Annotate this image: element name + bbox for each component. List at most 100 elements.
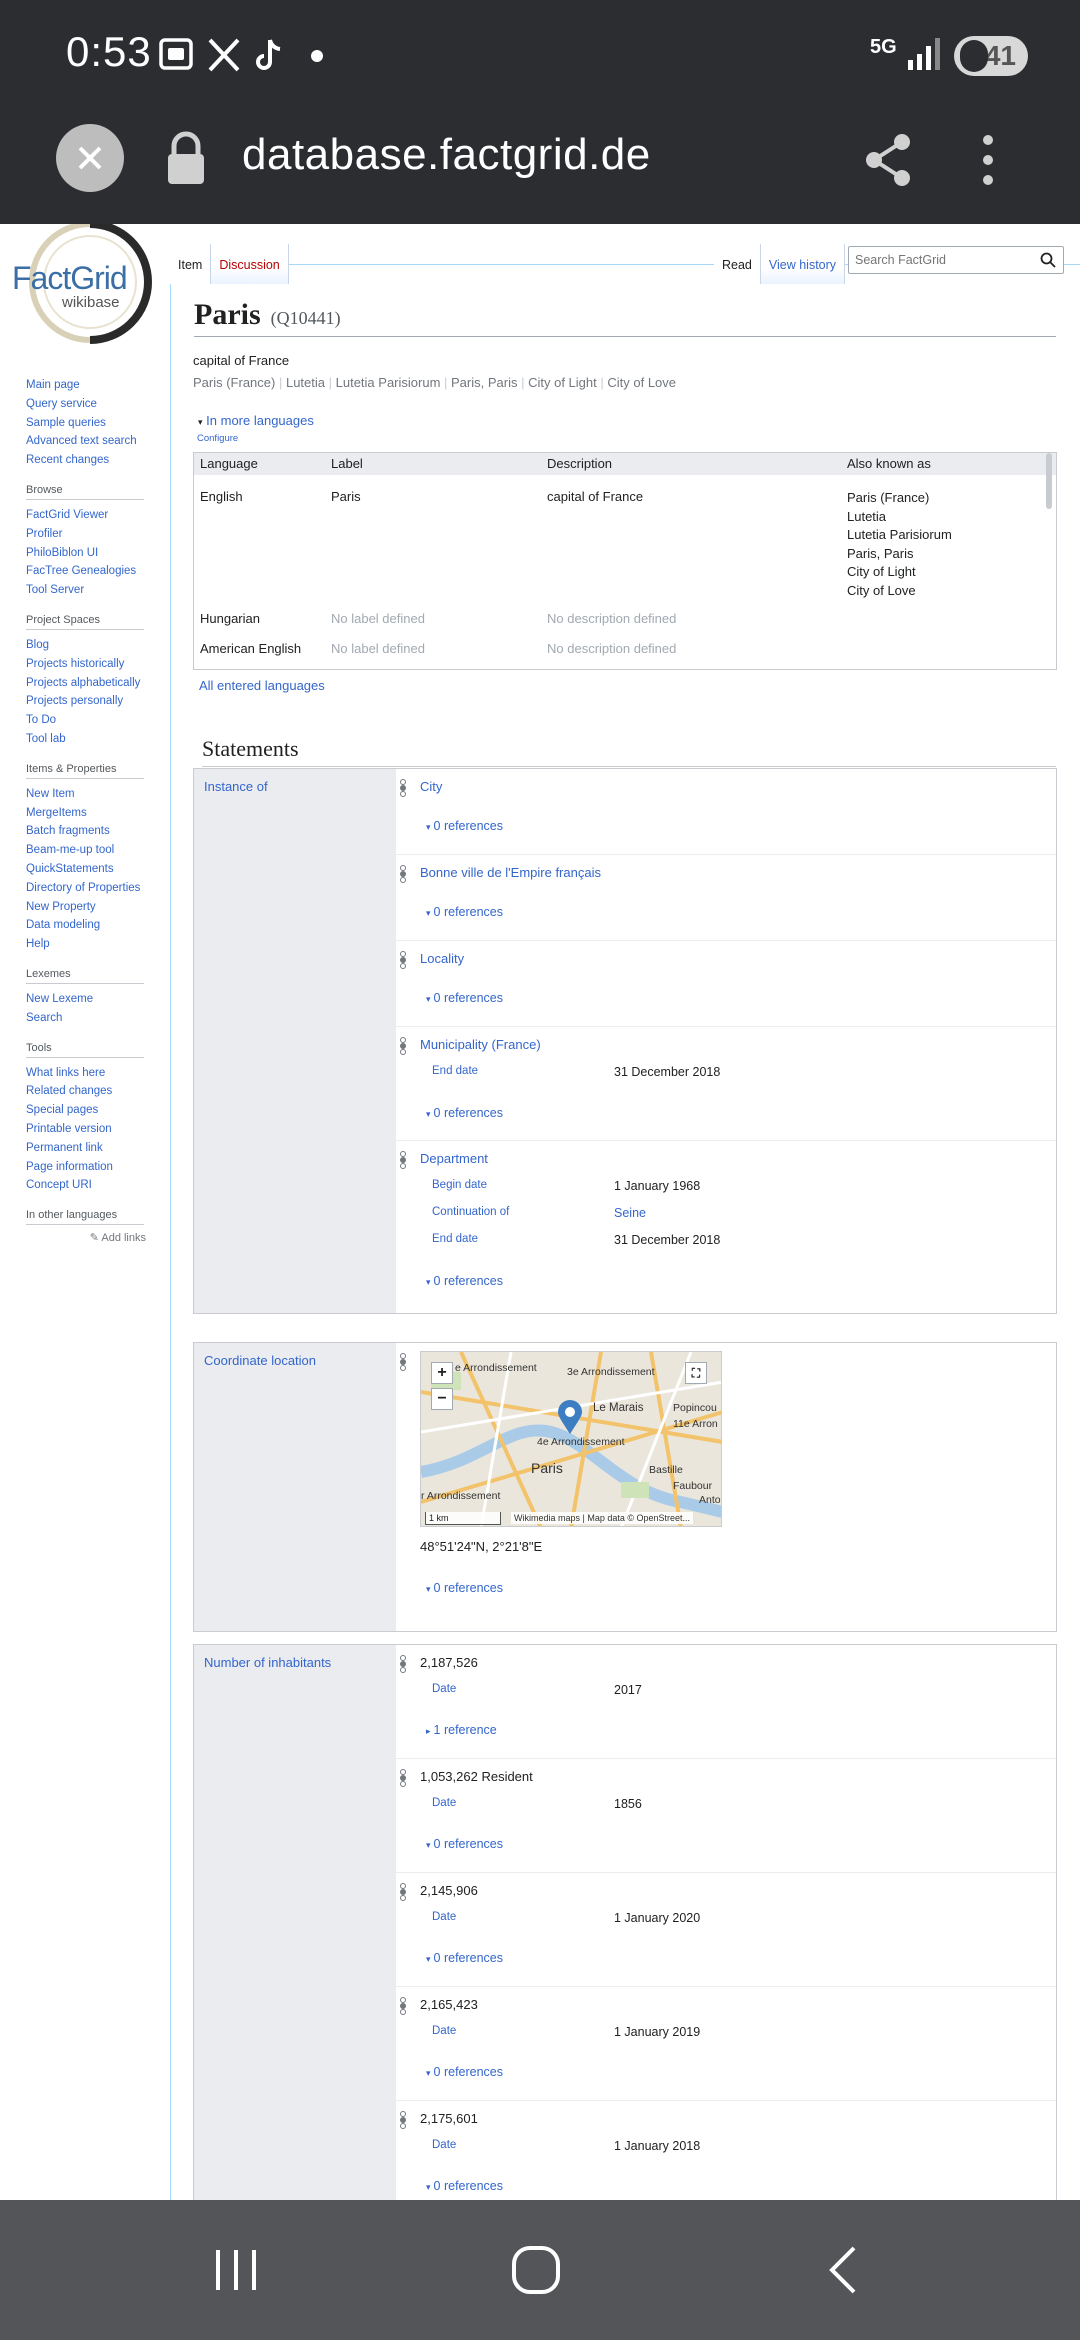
- references-toggle[interactable]: ▾ 0 references: [426, 1274, 503, 1288]
- map-marker-icon[interactable]: [557, 1400, 583, 1436]
- qualifier-property[interactable]: Date: [432, 1683, 456, 1695]
- rank-normal-icon[interactable]: [398, 2111, 408, 2129]
- sidebar-link[interactable]: Main page: [26, 376, 146, 395]
- sidebar-link[interactable]: PhiloBiblon UI: [26, 544, 146, 563]
- sidebar-link[interactable]: Sample queries: [26, 414, 146, 433]
- statement-value[interactable]: City: [420, 779, 442, 794]
- add-links-button[interactable]: ✎ Add links: [26, 1231, 146, 1244]
- references-toggle[interactable]: ▾ 0 references: [426, 1951, 503, 1965]
- rank-normal-icon[interactable]: [398, 1037, 408, 1055]
- sidebar-link[interactable]: Beam-me-up tool: [26, 841, 146, 860]
- sidebar-link[interactable]: Related changes: [26, 1082, 146, 1101]
- qualifier-property[interactable]: Date: [432, 2139, 456, 2151]
- references-toggle[interactable]: ▾ 0 references: [426, 1837, 503, 1851]
- sidebar-link[interactable]: What links here: [26, 1064, 146, 1083]
- references-toggle[interactable]: ▾ 0 references: [426, 1106, 503, 1120]
- search-icon[interactable]: [1040, 252, 1056, 268]
- statement-value[interactable]: Department: [420, 1151, 488, 1166]
- statement-value[interactable]: Municipality (France): [420, 1037, 541, 1052]
- statement-value[interactable]: Locality: [420, 951, 464, 966]
- configure-link[interactable]: Configure: [197, 433, 238, 444]
- references-toggle[interactable]: ▸ 1 reference: [426, 1723, 497, 1737]
- references-toggle[interactable]: ▾ 0 references: [426, 1581, 503, 1595]
- caret-right-icon: ▸: [426, 1726, 431, 1736]
- sidebar-link[interactable]: Projects historically: [26, 655, 146, 674]
- sidebar-link[interactable]: Batch fragments: [26, 822, 146, 841]
- sidebar-link[interactable]: New Item: [26, 785, 146, 804]
- qualifier-property[interactable]: Continuation of: [432, 1206, 509, 1218]
- url-bar[interactable]: database.factgrid.de: [242, 130, 651, 180]
- rank-normal-icon[interactable]: [398, 1353, 408, 1371]
- sidebar-link[interactable]: Search: [26, 1009, 146, 1028]
- sidebar-link[interactable]: FacTree Genealogies: [26, 562, 146, 581]
- rank-normal-icon[interactable]: [398, 1769, 408, 1787]
- sidebar-link[interactable]: Profiler: [26, 525, 146, 544]
- references-toggle[interactable]: ▾ 0 references: [426, 2065, 503, 2079]
- tab-read[interactable]: Read: [714, 244, 761, 284]
- sidebar-link[interactable]: FactGrid Viewer: [26, 506, 146, 525]
- rank-normal-icon[interactable]: [398, 1997, 408, 2015]
- sidebar-link[interactable]: Recent changes: [26, 451, 146, 470]
- sidebar-link[interactable]: Special pages: [26, 1101, 146, 1120]
- statement-value[interactable]: Bonne ville de l'Empire français: [420, 865, 601, 880]
- qualifier-property[interactable]: Date: [432, 2025, 456, 2037]
- tiktok-icon: [256, 39, 281, 70]
- tab-discussion[interactable]: Discussion: [211, 244, 289, 284]
- zoom-out-button[interactable]: −: [431, 1388, 453, 1410]
- in-more-languages-toggle[interactable]: ▾ In more languages: [198, 413, 314, 428]
- sidebar-link[interactable]: Projects alphabetically: [26, 674, 146, 693]
- qualifier-property[interactable]: Date: [432, 1797, 456, 1809]
- rank-normal-icon[interactable]: [398, 865, 408, 883]
- tab-view-history[interactable]: View history: [760, 244, 846, 284]
- rank-normal-icon[interactable]: [398, 1655, 408, 1673]
- rank-normal-icon[interactable]: [398, 951, 408, 969]
- rank-normal-icon[interactable]: [398, 779, 408, 797]
- references-toggle[interactable]: ▾ 0 references: [426, 991, 503, 1005]
- rank-normal-icon[interactable]: [398, 1151, 408, 1169]
- all-entered-languages-link[interactable]: All entered languages: [199, 678, 325, 693]
- sidebar-link[interactable]: New Property: [26, 898, 146, 917]
- recent-apps-icon[interactable]: [212, 2246, 260, 2294]
- sidebar-link[interactable]: Directory of Properties: [26, 879, 146, 898]
- qualifier-property[interactable]: Date: [432, 1911, 456, 1923]
- qualifier-property[interactable]: Begin date: [432, 1179, 487, 1191]
- sidebar-link[interactable]: Printable version: [26, 1120, 146, 1139]
- qualifier-property[interactable]: End date: [432, 1233, 478, 1245]
- sidebar-tools-section: Tools What links here Related changes Speci…: [26, 1042, 146, 1196]
- property-label: Number of inhabitants: [194, 1645, 396, 2200]
- references-toggle[interactable]: ▾ 0 references: [426, 905, 503, 919]
- fullscreen-icon[interactable]: ⛶: [685, 1362, 707, 1384]
- qualifier-property[interactable]: End date: [432, 1065, 478, 1077]
- factgrid-logo[interactable]: FactGrid wikibase: [10, 224, 158, 348]
- home-icon[interactable]: [510, 2244, 562, 2296]
- sidebar-link[interactable]: QuickStatements: [26, 860, 146, 879]
- sidebar-link[interactable]: New Lexeme: [26, 990, 146, 1009]
- close-tab-button[interactable]: [56, 124, 124, 192]
- statement: Department Begin date 1 January 1968 Contin…: [396, 1141, 1056, 1309]
- rank-normal-icon[interactable]: [398, 1883, 408, 1901]
- sidebar-link[interactable]: Blog: [26, 636, 146, 655]
- sidebar-link[interactable]: Tool lab: [26, 730, 146, 749]
- sidebar-link[interactable]: Concept URI: [26, 1176, 146, 1195]
- sidebar-link[interactable]: Data modeling: [26, 916, 146, 935]
- search-input[interactable]: [848, 246, 1064, 274]
- qualifier-value[interactable]: Seine: [614, 1206, 646, 1220]
- back-icon[interactable]: [824, 2244, 860, 2296]
- scrollbar[interactable]: [1046, 453, 1052, 509]
- tab-item[interactable]: Item: [170, 244, 212, 284]
- sidebar-link[interactable]: Help: [26, 935, 146, 954]
- zoom-in-button[interactable]: +: [431, 1362, 453, 1384]
- sidebar-link[interactable]: To Do: [26, 711, 146, 730]
- sidebar-link[interactable]: Query service: [26, 395, 146, 414]
- share-icon[interactable]: [862, 130, 914, 190]
- sidebar-link[interactable]: Projects personally: [26, 692, 146, 711]
- sidebar-link[interactable]: MergeItems: [26, 804, 146, 823]
- references-toggle[interactable]: ▾ 0 references: [426, 819, 503, 833]
- sidebar-link[interactable]: Permanent link: [26, 1139, 146, 1158]
- references-toggle[interactable]: ▾ 0 references: [426, 2179, 503, 2193]
- location-map[interactable]: e Arrondissement 3e Arrondissement Le Ma…: [420, 1351, 722, 1527]
- sidebar-link[interactable]: Advanced text search: [26, 432, 146, 451]
- sidebar-link[interactable]: Page information: [26, 1158, 146, 1177]
- more-options-icon[interactable]: [976, 130, 1000, 190]
- sidebar-link[interactable]: Tool Server: [26, 581, 146, 600]
